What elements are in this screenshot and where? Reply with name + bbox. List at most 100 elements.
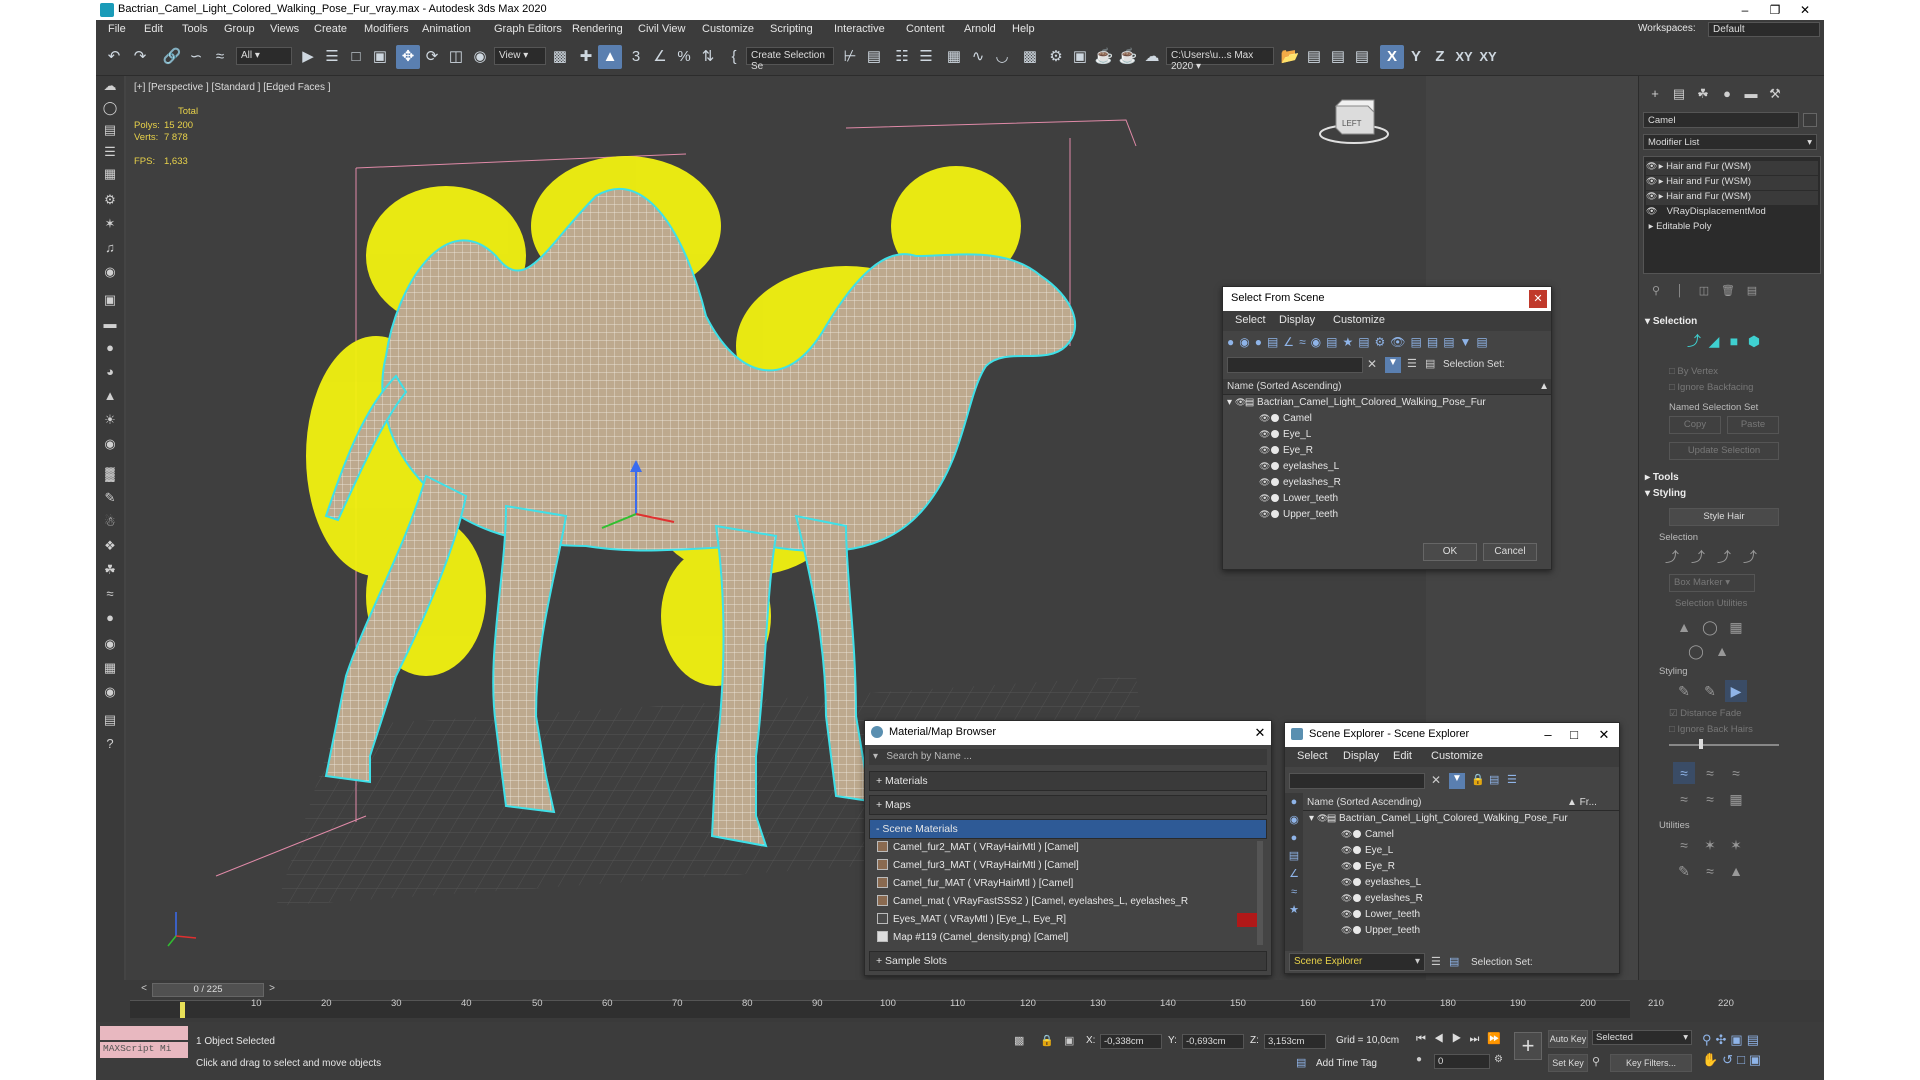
- se-clear-search-icon[interactable]: ✕: [1431, 773, 1445, 789]
- menu-animation[interactable]: Animation: [422, 23, 471, 35]
- box-marker-dropdown[interactable]: Box Marker ▾: [1669, 574, 1755, 592]
- styling-rollout-header[interactable]: ▾ Styling: [1645, 488, 1686, 499]
- utilities-icon-5[interactable]: ≈: [1699, 860, 1721, 882]
- se-column-frozen[interactable]: ▲ Fr...: [1567, 797, 1597, 808]
- toggle-layer-explorer-icon[interactable]: ☰: [914, 45, 938, 69]
- hemisphere-icon[interactable]: ◕: [100, 362, 120, 382]
- select-and-place-icon[interactable]: ◉: [468, 45, 492, 69]
- project-tool-1-icon[interactable]: ▤: [1302, 45, 1326, 69]
- material-browser-titlebar[interactable]: Material/Map Browser ✕: [865, 721, 1271, 745]
- modifier-hair-fur-2[interactable]: 👁 ▸ Hair and Fur (WSM): [1646, 176, 1818, 190]
- menu-arnold[interactable]: Arnold: [964, 23, 996, 35]
- x-coordinate-field[interactable]: -0,338cm: [1100, 1034, 1162, 1049]
- project-tool-2-icon[interactable]: ▤: [1326, 45, 1350, 69]
- object-color-swatch[interactable]: [1803, 113, 1817, 127]
- menu-group[interactable]: Group: [224, 23, 255, 35]
- se-layers-icon[interactable]: ☰: [1507, 773, 1521, 789]
- hair-select-icon[interactable]: ▶: [1725, 680, 1747, 702]
- select-from-scene-titlebar[interactable]: Select From Scene ✕: [1223, 287, 1551, 311]
- scene-explorer-titlebar[interactable]: Scene Explorer - Scene Explorer – □ ✕: [1285, 723, 1619, 747]
- paste-button[interactable]: Paste: [1727, 416, 1779, 434]
- render-icon[interactable]: ◉: [100, 682, 120, 702]
- scene-explorer-maximize-icon[interactable]: □: [1565, 727, 1583, 743]
- layer-explorer-icon[interactable]: ☰: [100, 142, 120, 162]
- se-search-input[interactable]: [1289, 773, 1425, 789]
- create-panel-icon[interactable]: +: [1645, 84, 1665, 104]
- hatch-icon[interactable]: ▓: [100, 464, 120, 484]
- curve-editor-icon[interactable]: ∿: [966, 45, 990, 69]
- playback-controls[interactable]: ⏮◀▶⏭⏩: [1416, 1032, 1526, 1048]
- polygon-selection-icon[interactable]: ■: [1723, 330, 1745, 352]
- distance-fade-checkbox[interactable]: ☑ Distance Fade: [1669, 708, 1741, 719]
- se-hierarchy-icon[interactable]: ▤: [1489, 773, 1503, 789]
- named-selection-set-dropdown[interactable]: Create Selection Se: [746, 47, 834, 72]
- se-lock-icon[interactable]: 🔒: [1471, 773, 1485, 789]
- plant-icon[interactable]: ☘: [100, 560, 120, 580]
- sfs-menu-display[interactable]: Display: [1279, 314, 1315, 326]
- se-column-header[interactable]: Name (Sorted Ascending) ▲ Fr...: [1303, 795, 1619, 811]
- object-name-field[interactable]: Camel: [1643, 112, 1799, 128]
- sfs-column-header[interactable]: Name (Sorted Ascending) ▲: [1223, 379, 1551, 395]
- camera-icon[interactable]: ◉: [100, 262, 120, 282]
- sfs-selection-set-icon[interactable]: ▤: [1425, 357, 1441, 373]
- key-filters-button[interactable]: Key Filters...: [1610, 1054, 1692, 1072]
- isolate-selection-icon[interactable]: ▩: [1014, 1034, 1028, 1048]
- close-window-button[interactable]: ✕: [1790, 1, 1820, 19]
- maxscript-mini-listener[interactable]: [100, 1026, 188, 1040]
- modifier-editable-poly[interactable]: ▸ Editable Poly: [1646, 221, 1818, 235]
- menu-modifiers[interactable]: Modifiers: [364, 23, 409, 35]
- select-by-name-icon[interactable]: ☰: [320, 45, 344, 69]
- align-icon[interactable]: ▤: [862, 45, 886, 69]
- brush-tool-icon-6[interactable]: ▦: [1725, 788, 1747, 810]
- menu-rendering[interactable]: Rendering: [572, 23, 623, 35]
- guides-selection-icon[interactable]: ⤴: [1683, 330, 1705, 352]
- time-tag-icon[interactable]: ▤: [1296, 1056, 1310, 1070]
- viewcube[interactable]: LEFT: [1319, 99, 1389, 144]
- se-layers-bottom-icon[interactable]: ☰: [1431, 955, 1445, 971]
- selection-rollout-header[interactable]: ▾ Selection: [1645, 316, 1697, 327]
- sfs-search-input[interactable]: [1227, 357, 1363, 373]
- hair-cut-icon[interactable]: ✎: [1699, 680, 1721, 702]
- se-tree-root[interactable]: ▾ 👁▤ Bactrian_Camel_Light_Colored_Walkin…: [1309, 813, 1568, 828]
- se-item-camel[interactable]: 👁 Camel: [1341, 829, 1394, 844]
- current-frame-field[interactable]: 0: [1434, 1054, 1490, 1069]
- material-icon[interactable]: ◉: [100, 634, 120, 654]
- auto-key-button[interactable]: Auto Key: [1548, 1030, 1588, 1048]
- se-item-eyelashes-l[interactable]: 👁 eyelashes_L: [1341, 877, 1421, 892]
- scene-materials-section[interactable]: - Scene Materials: [869, 819, 1267, 839]
- utility-icon-3[interactable]: ▦: [1725, 616, 1747, 638]
- menu-civil-view[interactable]: Civil View: [638, 23, 685, 35]
- axis-xy-cycle[interactable]: XY: [1476, 45, 1500, 69]
- menu-file[interactable]: File: [108, 23, 126, 35]
- utility-icon-1[interactable]: ▲: [1673, 616, 1695, 638]
- time-config-icon[interactable]: ⚙: [1494, 1054, 1508, 1068]
- bind-spacewarp-icon[interactable]: ≈: [208, 45, 232, 69]
- axis-z-constraint[interactable]: Z: [1428, 45, 1452, 69]
- modifier-list-dropdown[interactable]: Modifier List ▾: [1643, 134, 1817, 150]
- utility-icon-4[interactable]: ◯: [1685, 640, 1707, 662]
- selection-lock-icon[interactable]: 🔒: [1040, 1034, 1054, 1048]
- menu-tools[interactable]: Tools: [182, 23, 208, 35]
- modifier-hair-fur-3[interactable]: 👁 ▸ Hair and Fur (WSM): [1646, 191, 1818, 205]
- set-key-big-button[interactable]: +: [1514, 1032, 1542, 1060]
- render-activeshade-icon[interactable]: ☕: [1116, 45, 1140, 69]
- sfs-ok-button[interactable]: OK: [1423, 543, 1477, 561]
- link-icon[interactable]: 🔗: [160, 45, 184, 69]
- material-browser-close-icon[interactable]: ✕: [1251, 725, 1269, 741]
- selected-set-dropdown[interactable]: Selected ▾: [1592, 1030, 1692, 1045]
- select-object-icon[interactable]: ▶: [296, 45, 320, 69]
- select-from-scene-close-button[interactable]: ✕: [1529, 290, 1547, 308]
- brush-size-handle[interactable]: [1699, 739, 1703, 749]
- redo-icon[interactable]: ↷: [128, 45, 152, 69]
- sfs-item-eyelashes-r[interactable]: 👁 eyelashes_R: [1259, 477, 1341, 492]
- sfs-filter-toolbar[interactable]: ●◉●▤∠≈◉▤★▤⚙👁▤▤▤▼▤: [1227, 335, 1549, 353]
- z-coordinate-field[interactable]: 3,153cm: [1264, 1034, 1326, 1049]
- sfs-item-camel[interactable]: 👁 Camel: [1259, 413, 1312, 428]
- create-shape-icon[interactable]: ◯: [100, 98, 120, 118]
- reference-coordinate-dropdown[interactable]: View ▾: [494, 47, 546, 65]
- project-folder-dropdown[interactable]: C:\Users\u...s Max 2020 ▾: [1166, 47, 1274, 72]
- container-icon[interactable]: ⚙: [100, 190, 120, 210]
- material-row[interactable]: Camel_fur_MAT ( VRayHairMtl ) [Camel]: [877, 877, 1189, 895]
- cloth-icon[interactable]: ●: [100, 608, 120, 628]
- material-list-scrollbar[interactable]: [1257, 841, 1263, 945]
